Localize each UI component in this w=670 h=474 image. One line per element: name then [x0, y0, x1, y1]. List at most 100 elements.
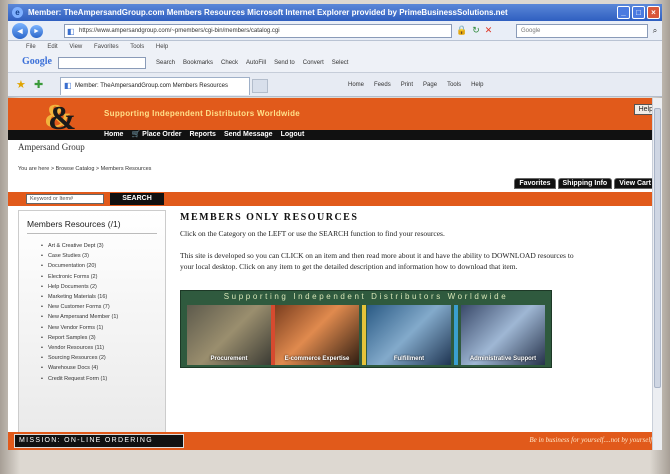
- category-item[interactable]: Electronic Forms (2): [41, 272, 118, 282]
- category-item[interactable]: Credit Request Form (1): [41, 374, 118, 384]
- tab-row: ★ ✚ ◧ Member: TheAmpersandGroup.com Memb…: [8, 73, 662, 97]
- category-item[interactable]: New Ampersand Member (1): [41, 312, 118, 322]
- category-item[interactable]: Warehouse Docs (4): [41, 363, 118, 373]
- menu-edit[interactable]: Edit: [47, 44, 57, 50]
- category-sidebar: Members Resources (/1) Art & Creative De…: [18, 210, 166, 446]
- favorites-tab[interactable]: Favorites: [514, 178, 556, 189]
- category-item[interactable]: New Customer Forms (7): [41, 302, 118, 312]
- address-field[interactable]: ◧ https://www.ampersandgroup.com/~pmembe…: [64, 24, 452, 38]
- sidebar-divider: [27, 233, 157, 234]
- lock-icon[interactable]: 🔒: [456, 25, 467, 36]
- page-icon: ◧: [67, 27, 75, 36]
- menu-tools[interactable]: Tools: [130, 44, 144, 50]
- nav-send-message[interactable]: Send Message: [224, 130, 273, 140]
- google-bookmarks-button[interactable]: Bookmarks: [183, 53, 213, 73]
- menu-favorites[interactable]: Favorites: [94, 44, 119, 50]
- page-title: MEMBERS ONLY RESOURCES: [180, 212, 359, 223]
- sidebar-title: Members Resources (/1): [27, 219, 121, 229]
- google-sendto-button[interactable]: Send to: [274, 53, 295, 73]
- site-tagline: Supporting Independent Distributors Worl…: [104, 109, 301, 118]
- google-search-button[interactable]: Search: [156, 53, 175, 73]
- favorites-star-icon[interactable]: ★: [16, 78, 26, 91]
- nav-place-order-label: Place Order: [142, 131, 182, 138]
- new-tab-button[interactable]: [252, 79, 268, 93]
- category-item[interactable]: Art & Creative Dept (3): [41, 241, 118, 251]
- menu-view[interactable]: View: [69, 44, 82, 50]
- window-title: Member: TheAmpersandGroup.com Members Re…: [28, 8, 508, 17]
- services-banner: Supporting Independent Distributors Worl…: [180, 290, 552, 368]
- category-item[interactable]: New Vendor Forms (1): [41, 323, 118, 333]
- keyword-search-input[interactable]: Keyword or Item#: [26, 194, 104, 204]
- home-command[interactable]: Home: [348, 73, 364, 97]
- forward-button[interactable]: ►: [30, 25, 43, 38]
- site-header: & & Supporting Independent Distributors …: [8, 98, 662, 136]
- category-item[interactable]: Help Documents (2): [41, 282, 118, 292]
- menu-help[interactable]: Help: [156, 44, 168, 50]
- address-row: ◄ ► ◧ https://www.ampersandgroup.com/~pm…: [8, 21, 662, 41]
- refresh-icon[interactable]: ↻: [472, 25, 480, 36]
- site-motto: Be in business for yourself....not by yo…: [529, 436, 654, 444]
- search-field[interactable]: Google: [516, 24, 648, 38]
- search-bar: Keyword or Item# SEARCH: [8, 192, 662, 206]
- search-icon[interactable]: ⌕: [649, 24, 661, 38]
- menu-file[interactable]: File: [26, 44, 36, 50]
- site-footer: MISSION: ON-LINE ORDERING Be in business…: [8, 432, 662, 450]
- address-url: https://www.ampersandgroup.com/~pmembers…: [79, 28, 280, 34]
- mission-label: MISSION: ON-LINE ORDERING: [14, 434, 184, 448]
- back-button[interactable]: ◄: [12, 23, 28, 39]
- panel-label: Administrative Support: [469, 355, 537, 362]
- google-check-button[interactable]: Check: [221, 53, 238, 73]
- minimize-button[interactable]: _: [617, 6, 630, 19]
- tools-command[interactable]: Tools: [447, 73, 461, 97]
- window-titlebar: e Member: TheAmpersandGroup.com Members …: [8, 4, 662, 21]
- admin-support-panel[interactable]: Administrative Support: [461, 305, 545, 365]
- print-command[interactable]: Print: [401, 73, 413, 97]
- add-favorites-icon[interactable]: ✚: [34, 78, 43, 91]
- page-command[interactable]: Page: [423, 73, 437, 97]
- google-toolbar: Google Search Bookmarks Check AutoFill S…: [8, 53, 662, 73]
- nav-logout[interactable]: Logout: [281, 130, 305, 140]
- category-item[interactable]: Sourcing Resources (2): [41, 353, 118, 363]
- banner-title: Supporting Independent Distributors Worl…: [223, 292, 509, 301]
- search-button[interactable]: SEARCH: [110, 193, 164, 205]
- banner-stripe: [362, 305, 366, 365]
- ie-icon: e: [12, 7, 23, 18]
- breadcrumb: You are here > Browse Catalog > Members …: [18, 166, 152, 172]
- nav-home[interactable]: Home: [104, 130, 123, 140]
- instructions-paragraph: This site is developed so you can CLICK …: [180, 251, 574, 271]
- banner-stripe: [454, 305, 458, 365]
- google-select-button[interactable]: Select: [332, 53, 349, 73]
- nav-place-order[interactable]: 🛒 Place Order: [131, 130, 181, 140]
- category-item[interactable]: Case Studies (3): [41, 251, 118, 261]
- web-page: & & Supporting Independent Distributors …: [8, 98, 662, 450]
- nav-reports[interactable]: Reports: [189, 130, 215, 140]
- panel-label: E-commerce Expertise: [284, 355, 350, 362]
- maximize-button[interactable]: □: [632, 6, 645, 19]
- fulfillment-panel[interactable]: Fulfillment: [367, 305, 451, 365]
- category-item[interactable]: Marketing Materials (16): [41, 292, 118, 302]
- category-item[interactable]: Report Samples (3): [41, 333, 118, 343]
- feeds-command[interactable]: Feeds: [374, 73, 391, 97]
- stop-icon[interactable]: ✕: [485, 25, 493, 36]
- ecommerce-panel[interactable]: E-commerce Expertise: [275, 305, 359, 365]
- help-command[interactable]: Help: [471, 73, 483, 97]
- scroll-thumb[interactable]: [654, 108, 661, 388]
- browser-tab[interactable]: ◧ Member: TheAmpersandGroup.com Members …: [60, 77, 250, 95]
- shipping-info-tab[interactable]: Shipping Info: [557, 178, 613, 189]
- category-item[interactable]: Documentation (20): [41, 261, 118, 271]
- category-list: Art & Creative Dept (3) Case Studies (3)…: [41, 241, 118, 384]
- cart-icon: 🛒: [131, 131, 141, 138]
- view-cart-tab[interactable]: View Cart: [614, 178, 656, 189]
- procurement-panel[interactable]: Procurement: [187, 305, 271, 365]
- google-autofill-button[interactable]: AutoFill: [246, 53, 266, 73]
- close-button[interactable]: ×: [647, 6, 660, 19]
- category-item[interactable]: Vendor Resources (11): [41, 343, 118, 353]
- intro-paragraph: Click on the Category on the LEFT or use…: [180, 229, 445, 238]
- google-convert-button[interactable]: Convert: [303, 53, 324, 73]
- vertical-scrollbar[interactable]: [652, 98, 662, 450]
- brand-name: Ampersand Group: [18, 142, 85, 152]
- panel-label: Procurement: [210, 355, 248, 362]
- browser-window: e Member: TheAmpersandGroup.com Members …: [0, 0, 670, 474]
- google-search-input[interactable]: [58, 57, 146, 69]
- menu-bar: File Edit View Favorites Tools Help: [8, 41, 662, 53]
